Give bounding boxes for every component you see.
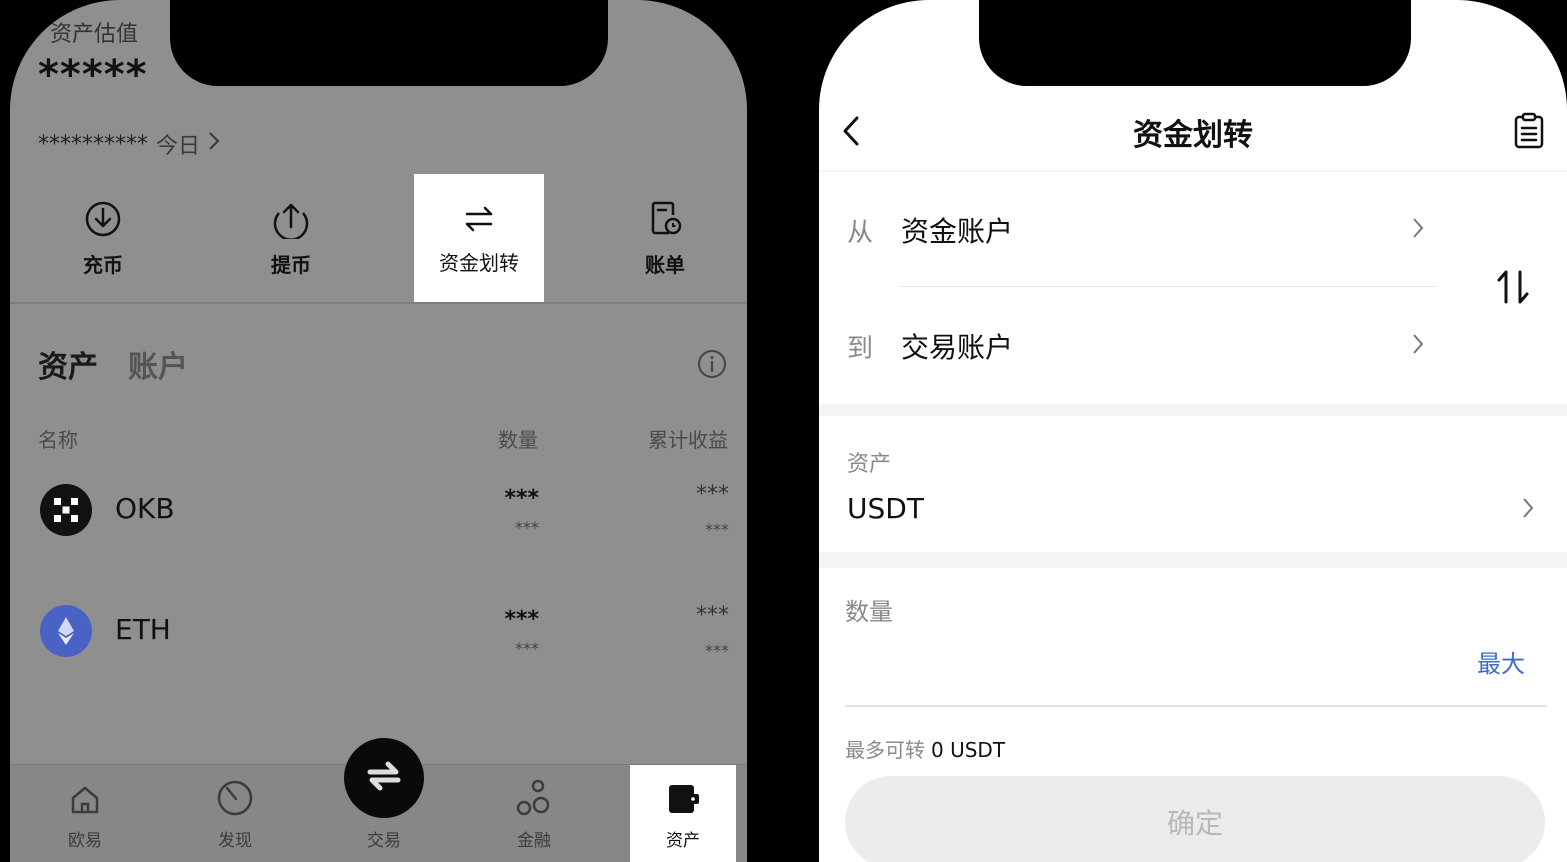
- from-account-selector[interactable]: 从 资金账户: [819, 172, 1449, 288]
- today-pnl-masked: **********: [38, 131, 148, 157]
- coin-pnl-rate: ***: [705, 641, 729, 660]
- bill-button[interactable]: 账单: [600, 174, 730, 302]
- phone-left-assets-screen: 资产估值 ***** ********** 今日 充币 提币 资金划转 账单 资…: [10, 0, 747, 862]
- wallet-icon: [663, 778, 703, 822]
- coin-name: ETH: [115, 613, 171, 646]
- chevron-right-icon: [208, 131, 220, 157]
- tab-accounts[interactable]: 账户: [128, 342, 188, 386]
- column-header-name: 名称: [38, 428, 78, 452]
- asset-valuation-title: 资产估值: [50, 22, 139, 47]
- nav-label: 交易: [367, 831, 401, 851]
- coin-quantity: ***: [504, 486, 539, 511]
- quantity-input[interactable]: [845, 636, 1385, 696]
- column-header-quantity: 数量: [498, 428, 538, 452]
- coin-name: OKB: [115, 492, 175, 525]
- nav-label: 发现: [218, 831, 252, 851]
- nav-label: 资产: [666, 831, 700, 851]
- transfer-button[interactable]: 资金划转: [414, 174, 544, 302]
- nav-item-home[interactable]: 欧易: [32, 765, 138, 862]
- table-row[interactable]: OKB *** *** *** ***: [10, 474, 747, 564]
- asset-selector[interactable]: 资产 USDT: [819, 416, 1567, 552]
- column-header-cumulative-pnl: 累计收益: [648, 428, 728, 452]
- quick-actions: 充币 提币 资金划转 账单: [10, 174, 747, 302]
- from-prefix: 从: [847, 218, 874, 248]
- transfer-icon: [461, 201, 497, 241]
- table-row[interactable]: ETH *** *** *** ***: [10, 595, 747, 685]
- trade-fab-button[interactable]: [344, 738, 424, 818]
- to-account-value: 交易账户: [901, 331, 1014, 364]
- coin-pnl-rate: ***: [705, 520, 729, 539]
- available-value: 0 USDT: [931, 738, 1006, 762]
- nav-label: 金融: [517, 831, 551, 851]
- eth-logo-icon: [40, 605, 92, 657]
- input-underline: [845, 705, 1547, 707]
- assets-screen: 资产估值 ***** ********** 今日 充币 提币 资金划转 账单 资…: [10, 0, 747, 862]
- nav-item-discover[interactable]: 发现: [182, 765, 288, 862]
- coin-pnl: ***: [696, 603, 729, 628]
- nav-item-finance[interactable]: 金融: [481, 765, 587, 862]
- transfer-screen: 资金划转 从 资金账户 到 交易账户 资产 USDT 数量 最大 最多可转 0 …: [819, 0, 1567, 862]
- transfer-record-icon[interactable]: [1513, 112, 1545, 154]
- withdraw-button[interactable]: 提币: [226, 174, 356, 302]
- finance-icon: [514, 778, 554, 822]
- deposit-icon: [83, 199, 123, 243]
- total-balance-masked: *****: [38, 52, 148, 98]
- bill-label: 账单: [645, 252, 685, 277]
- coin-quantity: ***: [504, 607, 539, 632]
- to-prefix: 到: [847, 334, 874, 364]
- today-label: 今日: [156, 134, 201, 159]
- section-divider: [10, 302, 747, 304]
- okb-logo-icon: [40, 484, 92, 536]
- max-button[interactable]: 最大: [1477, 644, 1525, 679]
- transfer-accounts: 从 资金账户 到 交易账户: [819, 172, 1567, 404]
- quantity-section: 数量 最大 最多可转 0 USDT 确定: [819, 568, 1567, 862]
- phone-notch: [979, 0, 1411, 86]
- bill-icon: [645, 199, 685, 243]
- deposit-label: 充币: [83, 252, 123, 277]
- trade-icon: [362, 754, 406, 802]
- section-gap: [819, 552, 1567, 568]
- asset-tabs: 资产 账户: [38, 342, 188, 386]
- withdraw-label: 提币: [271, 252, 311, 277]
- asset-label: 资产: [847, 452, 892, 477]
- phone-notch: [170, 0, 608, 86]
- available-label: 最多可转: [845, 738, 925, 762]
- deposit-button[interactable]: 充币: [38, 174, 168, 302]
- coin-quantity-value: ***: [515, 518, 539, 537]
- header-bar: 资金划转: [819, 86, 1567, 170]
- asset-value: USDT: [847, 492, 924, 525]
- transfer-label: 资金划转: [439, 250, 519, 275]
- confirm-button[interactable]: 确定: [845, 776, 1545, 862]
- chevron-right-icon: [1411, 332, 1425, 360]
- section-gap: [819, 404, 1567, 416]
- info-icon[interactable]: [696, 348, 728, 384]
- coin-pnl: ***: [696, 482, 729, 507]
- chevron-right-icon: [1411, 216, 1425, 244]
- chevron-right-icon: [1521, 496, 1535, 524]
- quantity-label: 数量: [845, 598, 893, 626]
- phone-right-transfer-screen: 资金划转 从 资金账户 到 交易账户 资产 USDT 数量 最大 最多可转 0 …: [819, 0, 1567, 862]
- divider: [901, 286, 1435, 287]
- home-icon: [67, 782, 103, 822]
- from-account-value: 资金账户: [901, 215, 1014, 248]
- coin-quantity-value: ***: [515, 639, 539, 658]
- nav-item-assets[interactable]: 资产: [630, 765, 736, 862]
- to-account-selector[interactable]: 到 交易账户: [819, 288, 1449, 404]
- nav-label: 欧易: [68, 831, 102, 851]
- withdraw-icon: [271, 199, 311, 243]
- tab-assets[interactable]: 资产: [38, 342, 98, 386]
- discover-icon: [215, 778, 255, 822]
- page-title: 资金划转: [1133, 118, 1253, 153]
- today-pnl-row[interactable]: ********** 今日: [38, 128, 220, 160]
- swap-accounts-icon[interactable]: [1495, 268, 1531, 310]
- available-amount: 最多可转 0 USDT: [845, 734, 1005, 763]
